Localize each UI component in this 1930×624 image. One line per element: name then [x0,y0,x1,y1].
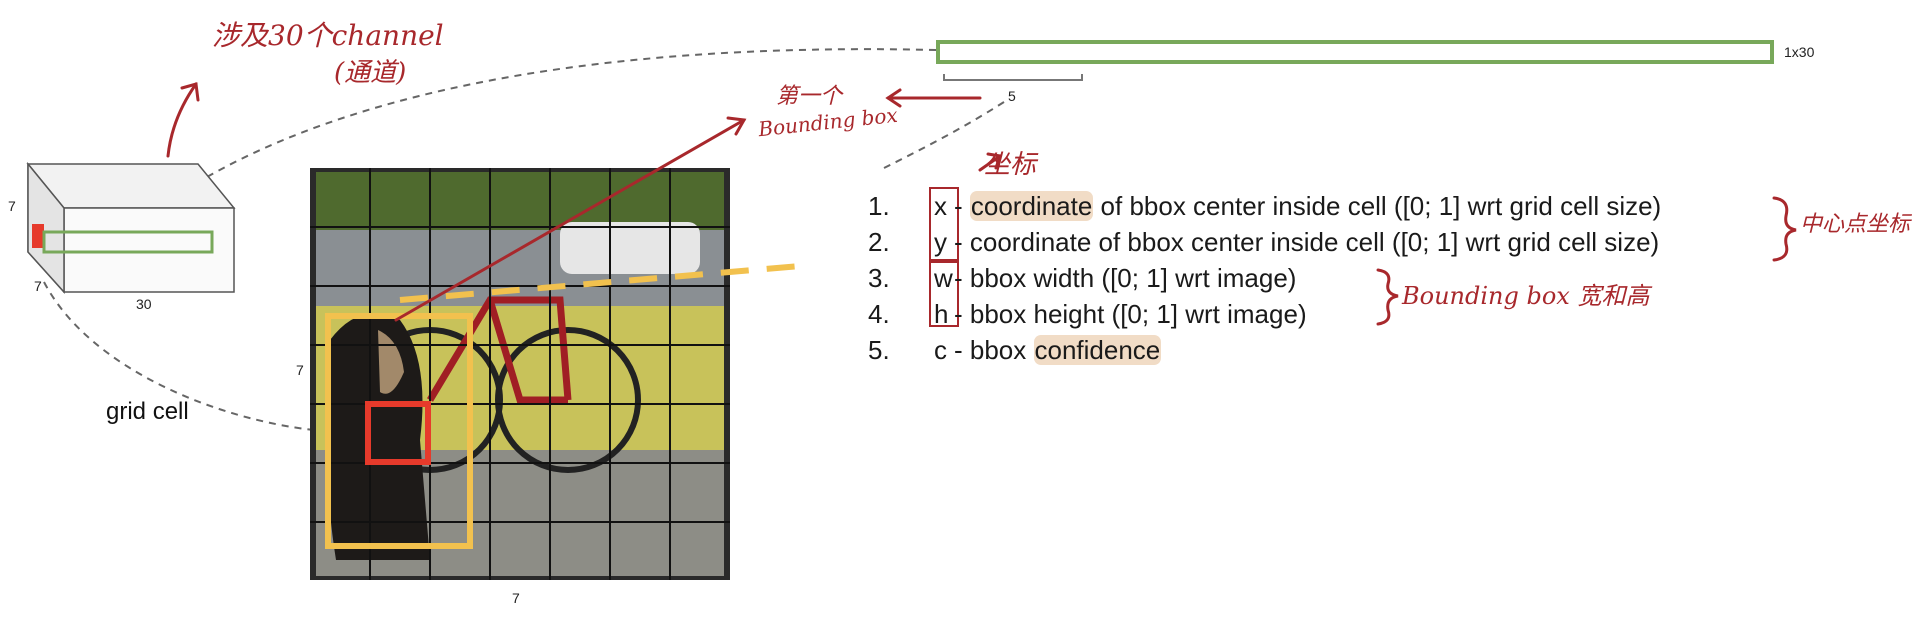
highlight-confidence: confidence [1033,335,1162,365]
image-bottom-label: 7 [512,590,520,606]
annotation-channels-line2: (通道) [334,58,407,88]
annotation-center-coord-zh: 中心点坐标 [1800,212,1911,237]
tensor-cube [26,161,236,294]
grid-cell-label: grid cell [106,398,189,425]
list-variable: y [934,227,947,257]
list-variable: c [934,335,947,365]
list-number: 2. [868,227,890,257]
bracket-count-label: 5 [1008,88,1016,104]
annotation-bbox-wh-zh: Bounding box 宽和高 [1402,282,1650,310]
list-text: - bbox height ([0; 1] wrt image) [954,299,1307,329]
annotation-channels-line1: 涉及30个channel [212,19,444,52]
list-text: - bbox width ([0; 1] wrt image) [954,263,1297,293]
cube-width-label: 30 [136,296,152,312]
annotation-coordinate-zh: 坐标 [984,150,1037,180]
image-left-label: 7 [296,362,304,378]
list-number: 5. [868,335,890,365]
list-variable: x [934,191,947,221]
vector-1x30 [936,40,1774,64]
list-text: - coordinate of bbox center inside cell … [954,227,1660,257]
annotation-first-box-line1: 第一个 [776,84,843,109]
list-number: 1. [868,191,890,221]
cube-height-label: 7 [8,198,16,214]
bracket-first-5 [943,74,1083,81]
input-image [310,168,730,580]
list-number: 3. [868,263,890,293]
cube-depth-label: 7 [34,278,42,294]
list-variable: w [934,263,953,293]
list-text: - coordinate of bbox center inside cell … [954,191,1662,221]
list-variable: h [934,299,949,329]
cube-red-cell [32,224,44,248]
highlight-coordinate: coordinate [969,191,1094,221]
list-number: 4. [868,299,890,329]
list-text: - bbox confidence [954,335,1162,365]
vector-size-label: 1x30 [1784,44,1815,60]
